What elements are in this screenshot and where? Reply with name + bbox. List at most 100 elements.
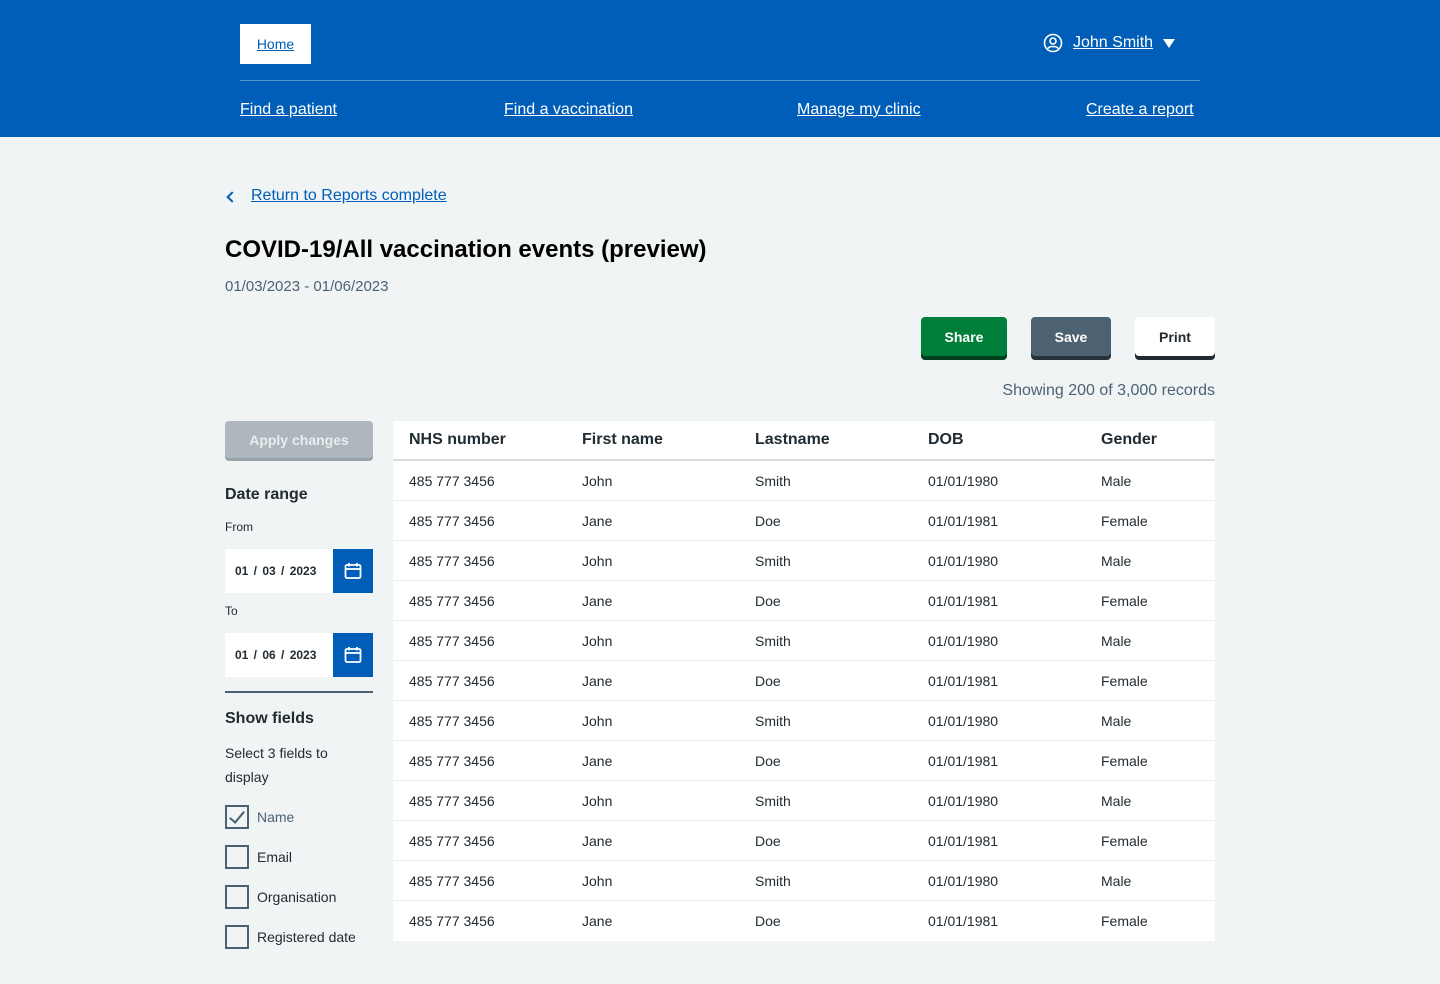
table-cell: Female [1101, 512, 1148, 529]
table-row: 485 777 3456 John Smith 01/01/1980 Male [393, 461, 1215, 501]
table-cell: Smith [755, 712, 791, 729]
share-button[interactable]: Share [921, 317, 1007, 356]
table-cell: 485 777 3456 [409, 792, 495, 809]
table-cell: 485 777 3456 [409, 872, 495, 889]
table-cell: Male [1101, 632, 1132, 649]
user-icon [1043, 33, 1063, 53]
table-cell: Smith [755, 792, 791, 809]
table-header: NHS number First name Lastname DOB Gende… [393, 421, 1215, 461]
table-cell: Smith [755, 872, 791, 889]
print-button[interactable]: Print [1135, 317, 1215, 356]
nav-manage-clinic[interactable]: Manage my clinic [797, 101, 921, 119]
apply-changes-button[interactable]: Apply changes [225, 421, 373, 458]
from-date-input[interactable]: 01 / 03 / 2023 [225, 549, 373, 593]
table-cell: Jane [582, 592, 613, 609]
field-checkbox-organisation[interactable]: Organisation [225, 885, 336, 909]
table-cell: Doe [755, 672, 781, 689]
table-cell: 01/01/1981 [928, 512, 999, 529]
checkbox[interactable] [225, 805, 249, 829]
table-cell: Doe [755, 913, 781, 929]
table-cell: 01/01/1981 [928, 832, 999, 849]
table-cell: 01/01/1980 [928, 712, 999, 729]
table-cell: Smith [755, 552, 791, 569]
table-cell: John [582, 712, 613, 729]
table-cell: Doe [755, 512, 781, 529]
table-row: 485 777 3456 John Smith 01/01/1980 Male [393, 621, 1215, 661]
save-button[interactable]: Save [1031, 317, 1111, 356]
page-title: COVID-19/All vaccination events (preview… [225, 236, 707, 263]
table-cell: 485 777 3456 [409, 672, 495, 689]
table-cell: Female [1101, 752, 1148, 769]
table-cell: Female [1101, 592, 1148, 609]
table-cell: Female [1101, 672, 1148, 689]
table-row: 485 777 3456 Jane Doe 01/01/1981 Female [393, 901, 1215, 941]
table-cell: Doe [755, 592, 781, 609]
checkbox[interactable] [225, 925, 249, 949]
from-date-field[interactable]: 01 / 03 / 2023 [225, 549, 333, 593]
to-date-input[interactable]: 01 / 06 / 2023 [225, 633, 373, 677]
table-body: 485 777 3456 John Smith 01/01/1980 Male 485 7… [393, 461, 1215, 941]
back-link[interactable]: Return to Reports complete [226, 187, 447, 205]
table-cell: 01/01/1981 [928, 672, 999, 689]
table-row: 485 777 3456 Jane Doe 01/01/1981 Female [393, 821, 1215, 861]
table-cell: 01/01/1980 [928, 872, 999, 889]
table-cell: 485 777 3456 [409, 712, 495, 729]
table-cell: 01/01/1980 [928, 472, 999, 489]
checkbox[interactable] [225, 885, 249, 909]
table-cell: Doe [755, 752, 781, 769]
table-cell: John [582, 472, 613, 489]
column-header: Gender [1101, 431, 1158, 448]
table-cell: Male [1101, 792, 1132, 809]
table-row: 485 777 3456 John Smith 01/01/1980 Male [393, 701, 1215, 741]
user-name[interactable]: John Smith [1073, 34, 1153, 52]
table-cell: 485 777 3456 [409, 632, 495, 649]
table-row: 485 777 3456 Jane Doe 01/01/1981 Female [393, 661, 1215, 701]
back-link-label[interactable]: Return to Reports complete [251, 187, 447, 205]
table-cell: Jane [582, 512, 613, 529]
report-date-range: 01/03/2023 - 01/06/2023 [225, 278, 389, 295]
field-checkbox-email[interactable]: Email [225, 845, 292, 869]
to-label: To [225, 604, 238, 618]
nav-create-report[interactable]: Create a report [1086, 101, 1194, 119]
table-row: 485 777 3456 Jane Doe 01/01/1981 Female [393, 581, 1215, 621]
table-cell: Male [1101, 872, 1132, 889]
calendar-icon[interactable] [333, 633, 373, 677]
chevron-left-icon [226, 190, 238, 203]
table-cell: 485 777 3456 [409, 752, 495, 769]
table-cell: Male [1101, 472, 1132, 489]
column-header: DOB [928, 431, 964, 448]
user-menu[interactable]: John Smith [1043, 32, 1176, 54]
checkbox[interactable] [225, 845, 249, 869]
show-fields-heading: Show fields [225, 710, 314, 727]
table-cell: 01/01/1981 [928, 592, 999, 609]
field-checkbox-name[interactable]: Name [225, 805, 294, 829]
from-label: From [225, 520, 253, 534]
table-cell: 01/01/1981 [928, 913, 999, 929]
to-date-field[interactable]: 01 / 06 / 2023 [225, 633, 333, 677]
checkbox-label: Email [257, 849, 293, 865]
table-cell: 485 777 3456 [409, 592, 495, 609]
chevron-down-icon[interactable] [1163, 38, 1176, 48]
table-cell: 485 777 3456 [409, 913, 495, 929]
table-cell: 01/01/1980 [928, 792, 999, 809]
column-header: NHS number [409, 431, 506, 448]
table-cell: John [582, 632, 613, 649]
table-row: 485 777 3456 John Smith 01/01/1980 Male [393, 781, 1215, 821]
home-link[interactable]: Home [240, 24, 311, 64]
field-checkbox-registered-date[interactable]: Registered date [225, 925, 356, 949]
table-cell: Female [1101, 913, 1148, 929]
nav-find-patient[interactable]: Find a patient [240, 101, 337, 119]
table-cell: 01/01/1980 [928, 552, 999, 569]
table-cell: 485 777 3456 [409, 512, 495, 529]
table-cell: Female [1101, 832, 1148, 849]
table-row: 485 777 3456 Jane Doe 01/01/1981 Female [393, 741, 1215, 781]
table-cell: Male [1101, 712, 1132, 729]
table-cell: 485 777 3456 [409, 552, 495, 569]
table-cell: John [582, 872, 613, 889]
table-cell: Male [1101, 552, 1132, 569]
table-cell: John [582, 552, 613, 569]
records-count: Showing 200 of 3,000 records [1002, 382, 1215, 399]
calendar-icon[interactable] [333, 549, 373, 593]
records-table: NHS number First name Lastname DOB Gende… [393, 421, 1215, 941]
nav-find-vaccination[interactable]: Find a vaccination [504, 101, 633, 119]
